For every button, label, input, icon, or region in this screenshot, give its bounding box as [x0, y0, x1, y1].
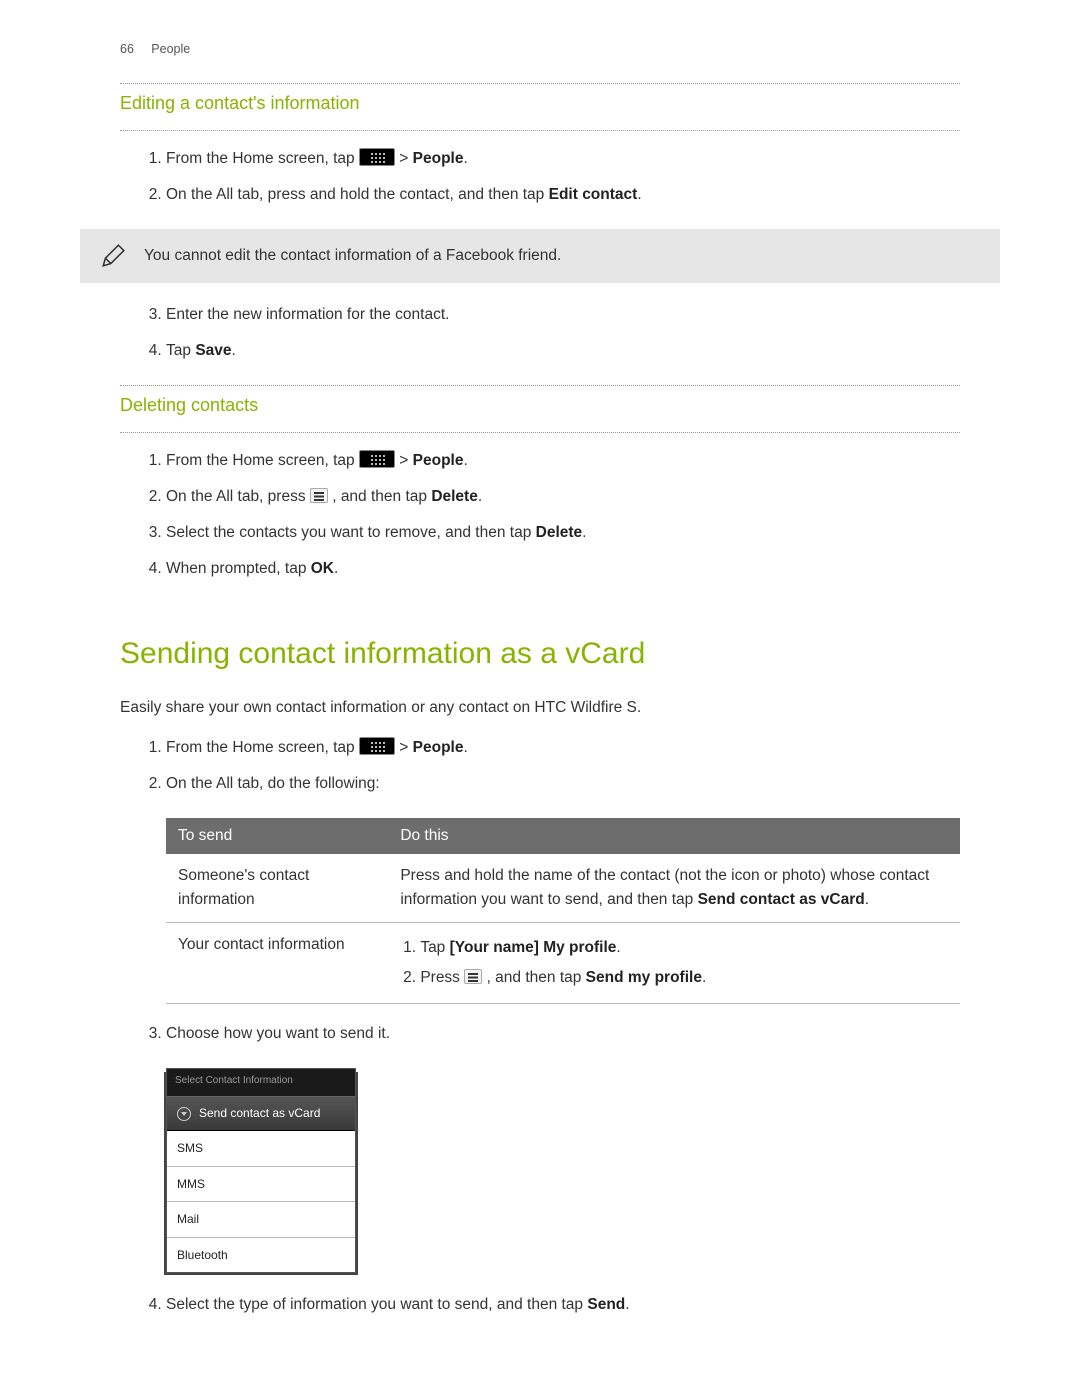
table-row: Your contact information Tap [Your name]…: [166, 922, 960, 1003]
vcard-steps: From the Home screen, tap > People. On t…: [120, 730, 960, 802]
dialog-header: Send contact as vCard: [167, 1096, 355, 1131]
list-item: Select the type of information you want …: [166, 1287, 960, 1323]
apps-grid-icon: [359, 450, 395, 468]
dialog-option-sms: SMS: [167, 1131, 355, 1167]
list-item: Select the contacts you want to remove, …: [166, 515, 960, 551]
vcard-steps-end: Select the type of information you want …: [120, 1287, 960, 1323]
editing-steps-cont: Enter the new information for the contac…: [120, 297, 960, 369]
list-item: Choose how you want to send it.: [166, 1016, 960, 1052]
table-cell: Tap [Your name] My profile. Press , and …: [388, 922, 960, 1003]
vcard-intro: Easily share your own contact informatio…: [120, 696, 960, 720]
dialog-option-mms: MMS: [167, 1167, 355, 1203]
apps-grid-icon: [359, 148, 395, 166]
deleting-steps: From the Home screen, tap > People. On t…: [120, 443, 960, 587]
list-item: On the All tab, do the following:: [166, 766, 960, 802]
list-item: Press , and then tap Send my profile.: [420, 963, 948, 993]
dropdown-icon: [177, 1107, 191, 1121]
send-dialog-screenshot: Select Contact Information Send contact …: [166, 1068, 356, 1273]
table-header: To send: [166, 818, 388, 854]
note-callout: You cannot edit the contact information …: [80, 229, 1000, 283]
menu-icon: [310, 488, 328, 503]
dialog-option-bluetooth: Bluetooth: [167, 1238, 355, 1273]
divider: [120, 83, 960, 84]
list-item: From the Home screen, tap > People.: [166, 443, 960, 479]
vcard-steps-cont: Choose how you want to send it.: [120, 1016, 960, 1052]
list-item: From the Home screen, tap > People.: [166, 730, 960, 766]
page-header: 66 People: [120, 40, 960, 59]
dialog-option-mail: Mail: [167, 1202, 355, 1238]
editing-steps: From the Home screen, tap > People. On t…: [120, 141, 960, 213]
table-cell: Someone's contact information: [166, 854, 388, 923]
table-row: Someone's contact information Press and …: [166, 854, 960, 923]
vcard-table: To send Do this Someone's contact inform…: [166, 818, 960, 1004]
menu-icon: [464, 969, 482, 984]
list-item: From the Home screen, tap > People.: [166, 141, 960, 177]
subheading-editing: Editing a contact's information: [120, 90, 960, 118]
heading-vcard: Sending contact information as a vCard: [120, 631, 960, 678]
page-number: 66: [120, 42, 134, 56]
list-item: Enter the new information for the contac…: [166, 297, 960, 333]
list-item: Tap Save.: [166, 333, 960, 369]
subheading-deleting: Deleting contacts: [120, 392, 960, 420]
section-name: People: [151, 42, 190, 56]
table-cell: Your contact information: [166, 922, 388, 1003]
note-text: You cannot edit the contact information …: [144, 244, 561, 268]
apps-grid-icon: [359, 737, 395, 755]
list-item: When prompted, tap OK.: [166, 551, 960, 587]
list-item: On the All tab, press and hold the conta…: [166, 177, 960, 213]
dialog-title: Select Contact Information: [167, 1069, 355, 1097]
divider: [120, 130, 960, 131]
list-item: On the All tab, press , and then tap Del…: [166, 479, 960, 515]
list-item: Tap [Your name] My profile.: [420, 933, 948, 963]
dialog-header-label: Send contact as vCard: [199, 1104, 320, 1123]
table-cell: Press and hold the name of the contact (…: [388, 854, 960, 923]
divider: [120, 432, 960, 433]
divider: [120, 385, 960, 386]
table-header: Do this: [388, 818, 960, 854]
pencil-icon: [100, 243, 126, 269]
